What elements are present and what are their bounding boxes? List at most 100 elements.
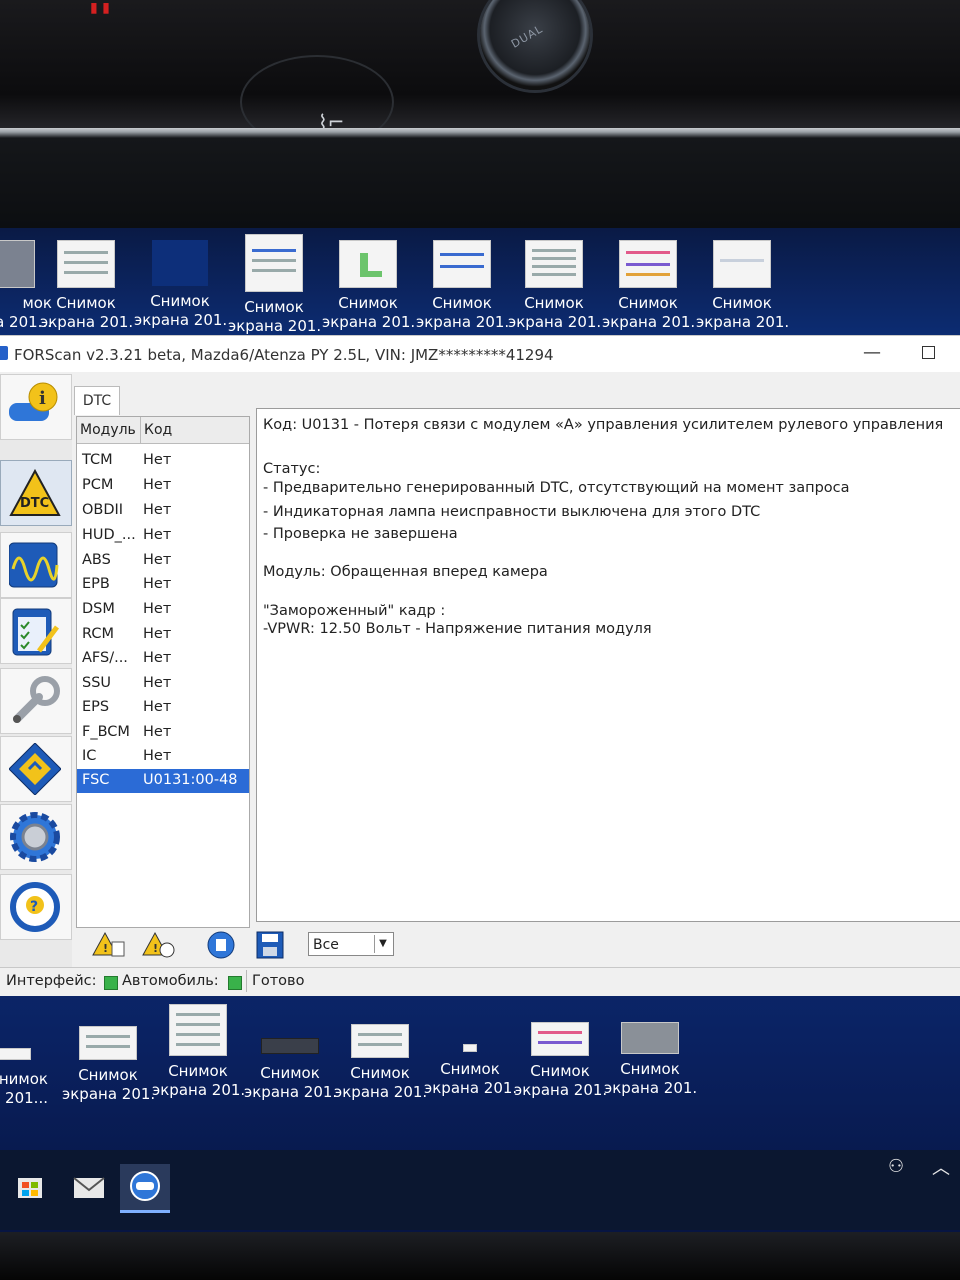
list-item[interactable]: OBDII Нет [77,499,249,523]
desktop-icon[interactable]: Снимок экрана 201... [514,1022,606,1100]
forscan-taskbar-icon [130,1171,160,1201]
desktop-icon[interactable]: Снимок экрана 201... [62,1026,154,1104]
screen-bottom-frame [0,1232,960,1280]
list-item[interactable]: AFS/... Нет [77,647,249,671]
warning-list-icon: ! [92,931,125,957]
module-name: FSC [82,772,110,788]
sidebar-item-oscilloscope[interactable] [0,532,72,598]
sidebar-item-config[interactable] [0,736,72,802]
icon-label: Снимок [56,294,116,312]
clear-dtc-button[interactable]: ! [142,930,176,960]
wrench-icon [13,676,60,723]
forscan-taskbar-button[interactable] [120,1164,170,1213]
column-header-module[interactable]: Модуль [77,417,141,443]
tab-dtc[interactable]: DTC [74,386,120,415]
icon-label: Снимок [150,292,210,310]
list-item[interactable]: RCM Нет [77,623,249,647]
module-code: Нет [143,452,172,468]
desktop-icon[interactable]: Снимок экрана 201... [134,240,226,330]
module-name: RCM [82,626,114,642]
list-item[interactable]: SSU Нет [77,672,249,696]
sidebar-item-service[interactable] [0,668,72,734]
module-code: Нет [143,601,172,617]
icon-label: экрана 201... [508,313,600,331]
module-code: Нет [143,576,172,592]
desktop-icon[interactable]: Снимок экрана 201... [416,240,508,332]
sidebar-item-help[interactable]: ? [0,874,72,940]
freeze-frame-line: -VPWR: 12.50 Вольт - Напряжение питания … [263,621,652,637]
desktop-icon[interactable]: Снимок экрана 201... [508,240,600,332]
mail-button[interactable] [64,1164,114,1210]
list-item[interactable]: PCM Нет [77,474,249,498]
desktop-icon[interactable]: Снимок экрана 201... [40,240,132,332]
module-code: Нет [143,477,172,493]
svg-text:i: i [39,388,46,409]
list-header: Модуль Код [77,417,249,444]
list-item[interactable]: EPB Нет [77,573,249,597]
desktop-icon[interactable]: Снимок экрана 201... [228,234,320,336]
dtc-toolbar: ! ! Все ▼ [76,926,960,962]
desktop-icon[interactable]: Снимок экрана 201... [696,240,788,332]
desktop-icon[interactable]: Снимок экрана 201... [604,1022,696,1098]
list-item-selected[interactable]: FSC U0131:00-48 [77,769,249,793]
forscan-window: FORScan v2.3.21 beta, Mazda6/Atenza PY 2… [0,335,960,996]
module-code: Нет [143,748,172,764]
desktop-icon[interactable]: Снимок ана 201... [0,1048,48,1108]
desktop-icon[interactable]: Снимок экрана 201... [424,1044,516,1098]
module-code: Нет [143,527,172,543]
vehicle-label: Автомобиль: [122,973,219,989]
module-code: Нет [143,552,172,568]
maximize-button[interactable] [908,338,948,368]
freeze-frame-title: "Замороженный" кадр : [263,603,446,619]
desktop-icon[interactable]: Снимок экрана 201... [334,1024,426,1102]
icon-label: Снимок [338,294,398,312]
gear-icon [10,812,60,862]
list-item[interactable]: TCM Нет [77,449,249,473]
knob-label: DUAL [509,22,546,51]
screenshot-thumbnail-icon [619,240,677,288]
status-title: Статус: [263,461,321,477]
sidebar-item-tests[interactable] [0,598,72,664]
desktop-icon[interactable]: Снимок экрана 201... [322,240,414,332]
module-list: Модуль Код TCM Нет PCM Нет OBDII Нет HUD_..… [76,416,250,928]
list-item[interactable]: HUD_... Нет [77,524,249,548]
sidebar-item-settings[interactable] [0,804,72,870]
list-item[interactable]: ABS Нет [77,549,249,573]
list-item[interactable]: IC Нет [77,745,249,769]
chevron-up-icon[interactable]: ︿ [932,1154,950,1180]
list-item[interactable]: F_BCM Нет [77,721,249,745]
oscilloscope-icon [9,542,59,588]
icon-label: экрана 201... [602,313,694,331]
dtc-code-line: Код: U0131 - Потеря связи с модулем «А» … [263,417,944,433]
save-icon [256,931,284,959]
svg-text:?: ? [30,899,38,915]
desktop-icon[interactable]: Снимок экрана 201... [244,1038,336,1102]
screenshot-thumbnail-icon [621,1022,679,1054]
icon-label: экрана 201... [40,313,132,331]
sidebar-item-dtc[interactable]: DTC [0,460,72,526]
icon-label: экрана 201... [334,1083,426,1101]
module-line: Модуль: Обращенная вперед камера [263,564,548,580]
people-icon[interactable]: ⚇ [888,1156,904,1177]
minimize-button[interactable]: — [852,338,892,368]
info-icon: i [9,382,58,421]
read-dtc-button[interactable]: ! [92,930,126,960]
sidebar-item-info[interactable]: i [0,374,72,440]
dtc-detail-pane[interactable]: Код: U0131 - Потеря связи с модулем «А» … [256,408,960,922]
icon-label: Снимок [78,1066,138,1084]
desktop-icon[interactable]: Снимок экрана 201... [602,240,694,332]
icon-label: экрана 201... [696,313,788,331]
icon-label: экрана 201... [514,1081,606,1099]
filter-select[interactable]: Все ▼ [308,932,394,956]
desktop-icon[interactable]: Снимок экрана 201... [152,1004,244,1100]
icon-label: Снимок [0,1070,48,1088]
icon-label: экрана 201... [134,311,226,329]
delete-button[interactable] [204,930,238,960]
list-item[interactable]: EPS Нет [77,696,249,720]
svg-text:!: ! [153,942,158,955]
column-header-code[interactable]: Код [141,417,248,443]
screenshot-thumbnail-icon [169,1004,227,1056]
save-button[interactable] [254,930,288,960]
list-item[interactable]: DSM Нет [77,598,249,622]
store-button[interactable] [6,1164,56,1210]
